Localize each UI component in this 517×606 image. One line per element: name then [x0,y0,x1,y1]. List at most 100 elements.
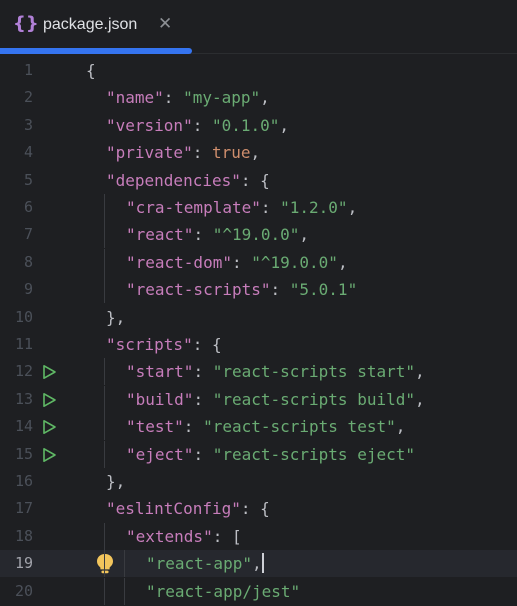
line-number: 14 [14,417,33,436]
code-token: , [279,115,290,135]
code-line[interactable]: 12 "start": "react-scripts start", [0,358,517,386]
indent-guide [104,358,105,386]
line-number: 2 [23,88,33,107]
code-line[interactable]: 18 "extends": [ [0,522,517,550]
code-token: "^19.0.0" [212,225,300,245]
tab-package-json[interactable]: {} package.json ✕ [0,0,192,54]
code-line[interactable]: 6 "cra-template": "1.2.0", [0,194,517,221]
code-token: : [270,280,290,300]
code-token: "test" [126,417,184,437]
code-text: "extends": [ [126,523,242,550]
code-token: , [250,143,261,163]
code-text: "eslintConfig": { [106,495,270,522]
code-token: , [415,362,425,382]
line-number: 13 [14,389,33,408]
line-number: 6 [23,198,33,216]
code-line[interactable]: 10}, [0,304,517,331]
code-token: : { [240,170,270,190]
code-token: : [193,444,213,464]
code-token: "^19.0.0" [251,252,338,272]
text-caret [261,553,264,574]
code-line[interactable]: 20 "react-app/jest" [0,577,517,605]
code-text: "scripts": { [106,331,222,358]
line-number: 20 [14,581,33,600]
code-token: "react-scripts build" [212,389,415,409]
code-line[interactable]: 5 "dependencies": { [0,167,517,194]
code-line[interactable]: 19 "react-app", [0,550,517,578]
code-line[interactable]: 11 "scripts": { [0,331,517,358]
code-line[interactable]: 8 "react-dom": "^19.0.0", [0,248,517,276]
indent-guide [124,577,125,605]
code-text: "start": "react-scripts start", [126,358,425,385]
code-token: : [193,225,213,245]
code-token: : [231,252,252,272]
indent-guide [104,440,105,468]
code-text: "react-scripts": "5.0.1" [126,276,357,303]
indent-guide [104,385,105,413]
code-token: "name" [106,88,164,108]
code-token: : [ [212,526,242,546]
code-token: , [260,88,270,108]
lightbulb-icon[interactable] [95,552,115,576]
line-number: 9 [23,280,33,299]
code-token: : [260,198,281,217]
code-token: }, [106,307,126,327]
code-text: { [86,57,96,84]
line-number: 7 [23,225,33,244]
code-text: "react-app/jest" [146,578,300,605]
code-line[interactable]: 1{ [0,57,517,84]
code-token: : [163,88,184,108]
code-token: , [415,389,425,409]
code-token: "1.2.0" [280,198,348,217]
code-token: "react-scripts eject" [212,444,415,464]
code-line[interactable]: 3 "version": "0.1.0", [0,112,517,139]
code-line[interactable]: 17 "eslintConfig": { [0,495,517,522]
code-token: : [192,115,212,135]
indent-guide [104,276,105,304]
code-token: , [347,198,358,217]
code-token: "react-scripts" [126,280,271,300]
code-token: : [192,143,212,163]
code-token: "version" [106,115,193,135]
code-line[interactable]: 4 "private": true, [0,139,517,166]
code-token: "react-dom" [126,252,232,272]
code-line[interactable]: 7 "react": "^19.0.0", [0,221,517,249]
code-token: , [395,417,406,437]
code-token: { [86,61,96,80]
code-text: "react-dom": "^19.0.0", [126,249,348,276]
code-line[interactable]: 16}, [0,468,517,495]
run-gutter-icon[interactable] [41,364,57,380]
line-number: 3 [23,115,33,134]
code-line[interactable]: 13 "build": "react-scripts build", [0,385,517,413]
line-number: 4 [23,143,33,162]
indent-guide [124,550,125,578]
code-text: "build": "react-scripts build", [126,386,425,413]
line-number: 19 [14,554,33,573]
line-number: 1 [23,61,33,79]
indent-guide [104,577,105,605]
code-token: "cra-template" [126,198,261,217]
close-icon[interactable]: ✕ [158,13,172,35]
run-gutter-icon[interactable] [41,447,57,463]
run-gutter-icon[interactable] [41,392,57,408]
line-number: 12 [14,362,33,381]
code-token: "start" [126,362,194,382]
code-token: "private" [106,143,193,163]
code-text: "version": "0.1.0", [106,112,289,139]
code-line[interactable]: 9 "react-scripts": "5.0.1" [0,276,517,304]
code-editor[interactable]: 1{2 "name": "my-app", 3 "version": "0.1.0",… [0,55,517,606]
code-line[interactable]: 14 "test": "react-scripts test", [0,413,517,441]
run-gutter-icon[interactable] [41,419,57,435]
code-line[interactable]: 15 "eject": "react-scripts eject" [0,440,517,468]
code-text: }, [106,304,125,331]
code-token: , [299,225,310,245]
code-token: "0.1.0" [211,115,280,135]
code-token: , [251,554,262,574]
line-number: 17 [14,499,33,518]
code-token: "react-app/jest" [146,581,301,601]
tab-title: package.json [43,16,138,33]
line-number: 11 [14,335,33,353]
code-token: "extends" [126,526,213,546]
code-line[interactable]: 2 "name": "my-app", [0,84,517,111]
code-token: , [337,252,348,272]
